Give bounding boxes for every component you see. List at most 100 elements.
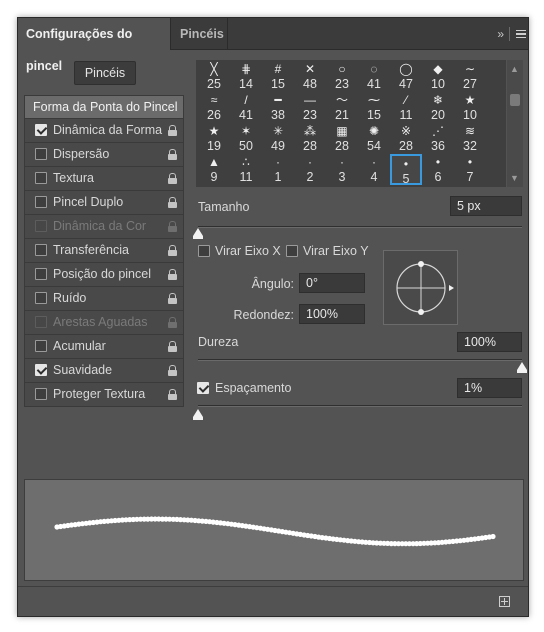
panel-menu-icon[interactable] [509, 27, 526, 41]
tab-brush-settings[interactable]: Configurações do pincel [18, 18, 171, 73]
brush-preset-cell[interactable]: ❄ 20 [422, 92, 454, 123]
hardness-slider-knob[interactable] [517, 362, 527, 373]
spacing-slider-track[interactable] [198, 405, 522, 407]
flip-y-checkbox[interactable] [286, 245, 298, 257]
brush-preset-cell[interactable]: ～ 21 [326, 92, 358, 123]
brush-preset-cell[interactable]: ✳ 49 [262, 123, 294, 154]
brush-preset-cell[interactable]: • 5 [390, 154, 422, 186]
angle-roundness-widget[interactable] [383, 250, 458, 325]
brush-preset-cell[interactable]: ≋ 32 [454, 123, 486, 154]
sidebar-item-checkbox[interactable] [35, 148, 47, 160]
sidebar-item-checkbox[interactable] [35, 292, 47, 304]
roundness-input[interactable]: 100% [299, 304, 365, 324]
flip-x-checkbox[interactable] [198, 245, 210, 257]
brush-preset-cell[interactable]: ⋕ 14 [230, 61, 262, 92]
sidebar-item-9[interactable]: Ruído [24, 287, 184, 311]
lock-icon[interactable] [168, 125, 177, 136]
sidebar-item-checkbox[interactable] [35, 124, 47, 136]
sidebar-item-6[interactable]: Dinâmica da Cor [24, 215, 184, 239]
brushes-button[interactable]: Pincéis [74, 61, 136, 85]
spacing-checkbox[interactable] [197, 382, 209, 394]
lock-icon[interactable] [168, 389, 177, 400]
lock-icon[interactable] [168, 293, 177, 304]
new-brush-icon[interactable] [499, 596, 510, 607]
brush-preset-cell[interactable]: ※ 28 [390, 123, 422, 154]
sidebar-item-12[interactable]: Suavidade [24, 359, 184, 383]
sidebar-item-13[interactable]: Proteger Textura [24, 383, 184, 407]
spacing-input[interactable]: 1% [457, 378, 522, 398]
brush-preset-cell[interactable]: ▦ 28 [326, 123, 358, 154]
brush-preset-cell[interactable]: #15 [262, 61, 294, 92]
sidebar-item-10[interactable]: Arestas Aguadas [24, 311, 184, 335]
brush-preset-cell[interactable]: ━ 38 [262, 92, 294, 123]
brush-preset-cell[interactable]: ★ 10 [454, 92, 486, 123]
sidebar-item-checkbox[interactable] [35, 340, 47, 352]
brush-preset-cell[interactable]: · 2 [294, 154, 326, 185]
sidebar-item-checkbox[interactable] [35, 364, 47, 376]
sidebar-item-checkbox[interactable] [35, 388, 47, 400]
tab-brushes[interactable]: Pincéis [172, 18, 228, 50]
size-input[interactable]: 5 px [450, 196, 522, 216]
brush-preset-cell[interactable]: · 4 [358, 154, 390, 185]
brush-preset-cell[interactable]: ★ 19 [198, 123, 230, 154]
scroll-down-icon[interactable]: ▼ [510, 173, 519, 183]
brush-preset-cell[interactable]: —23 [294, 92, 326, 123]
brush-preset-cell[interactable]: ⁓ 15 [358, 92, 390, 123]
brush-preset-cell[interactable]: ◆ 10 [422, 61, 454, 92]
brush-preset-cell[interactable]: ╳ 25 [198, 61, 230, 92]
brush-preset-cell[interactable]: ✺ 54 [358, 123, 390, 154]
scroll-thumb[interactable] [510, 94, 520, 106]
size-slider-track[interactable] [198, 226, 522, 228]
brush-preset-cell[interactable]: ◯ 47 [390, 61, 422, 92]
sidebar-item-4[interactable]: Textura [24, 167, 184, 191]
brush-preset-cell[interactable]: ◌ 41 [358, 61, 390, 92]
brush-grid-scrollbar[interactable]: ▲ ▼ [507, 60, 523, 187]
brush-preset-cell[interactable]: ✕ 48 [294, 61, 326, 92]
brush-preset-cell[interactable]: ∴ 11 [230, 154, 262, 185]
brush-preset-cell[interactable]: · 1 [262, 154, 294, 185]
sidebar-item-1[interactable]: Forma da Ponta do Pincel [24, 95, 184, 119]
sidebar-item-checkbox[interactable] [35, 316, 47, 328]
lock-icon[interactable] [168, 221, 177, 232]
lock-icon[interactable] [168, 317, 177, 328]
sidebar-item-8[interactable]: Posição do pincel [24, 263, 184, 287]
sidebar-item-7[interactable]: Transferência [24, 239, 184, 263]
brush-tip-icon: ◆ [433, 62, 443, 76]
sidebar-item-2[interactable]: Dinâmica da Forma [24, 119, 184, 143]
collapse-panel-icon[interactable]: » [497, 27, 504, 41]
lock-icon[interactable] [168, 173, 177, 184]
sidebar-item-checkbox[interactable] [35, 172, 47, 184]
sidebar-item-3[interactable]: Dispersão [24, 143, 184, 167]
brush-preset-cell[interactable]: • 6 [422, 154, 454, 185]
brush-preset-cell[interactable]: · 3 [326, 154, 358, 185]
angle-dial-icon[interactable] [384, 251, 459, 326]
brush-preset-cell[interactable]: ≈26 [198, 92, 230, 123]
lock-icon[interactable] [168, 149, 177, 160]
brush-preset-cell[interactable]: ⁄ 11 [390, 92, 422, 123]
scroll-up-icon[interactable]: ▲ [510, 64, 519, 74]
lock-icon[interactable] [168, 269, 177, 280]
brush-preset-cell[interactable]: • 7 [454, 154, 486, 185]
brush-preset-cell[interactable]: ⋰ 36 [422, 123, 454, 154]
hardness-slider-track[interactable] [198, 359, 522, 361]
brush-preset-cell[interactable]: ✶ 50 [230, 123, 262, 154]
brush-preset-cell[interactable]: /41 [230, 92, 262, 123]
sidebar-item-checkbox[interactable] [35, 220, 47, 232]
angle-input[interactable]: 0° [299, 273, 365, 293]
sidebar-item-11[interactable]: Acumular [24, 335, 184, 359]
size-slider-knob[interactable] [193, 228, 203, 239]
sidebar-item-checkbox[interactable] [35, 268, 47, 280]
lock-icon[interactable] [168, 341, 177, 352]
lock-icon[interactable] [168, 197, 177, 208]
lock-icon[interactable] [168, 245, 177, 256]
spacing-slider-knob[interactable] [193, 409, 203, 420]
hardness-input[interactable]: 100% [457, 332, 522, 352]
brush-preset-cell[interactable]: ○ 23 [326, 61, 358, 92]
sidebar-item-checkbox[interactable] [35, 196, 47, 208]
brush-preset-cell[interactable]: ∼ 27 [454, 61, 486, 92]
lock-icon[interactable] [168, 365, 177, 376]
brush-preset-cell[interactable]: ⁂ 28 [294, 123, 326, 154]
sidebar-item-checkbox[interactable] [35, 244, 47, 256]
sidebar-item-5[interactable]: Pincel Duplo [24, 191, 184, 215]
brush-preset-cell[interactable]: ▲ 9 [198, 154, 230, 185]
